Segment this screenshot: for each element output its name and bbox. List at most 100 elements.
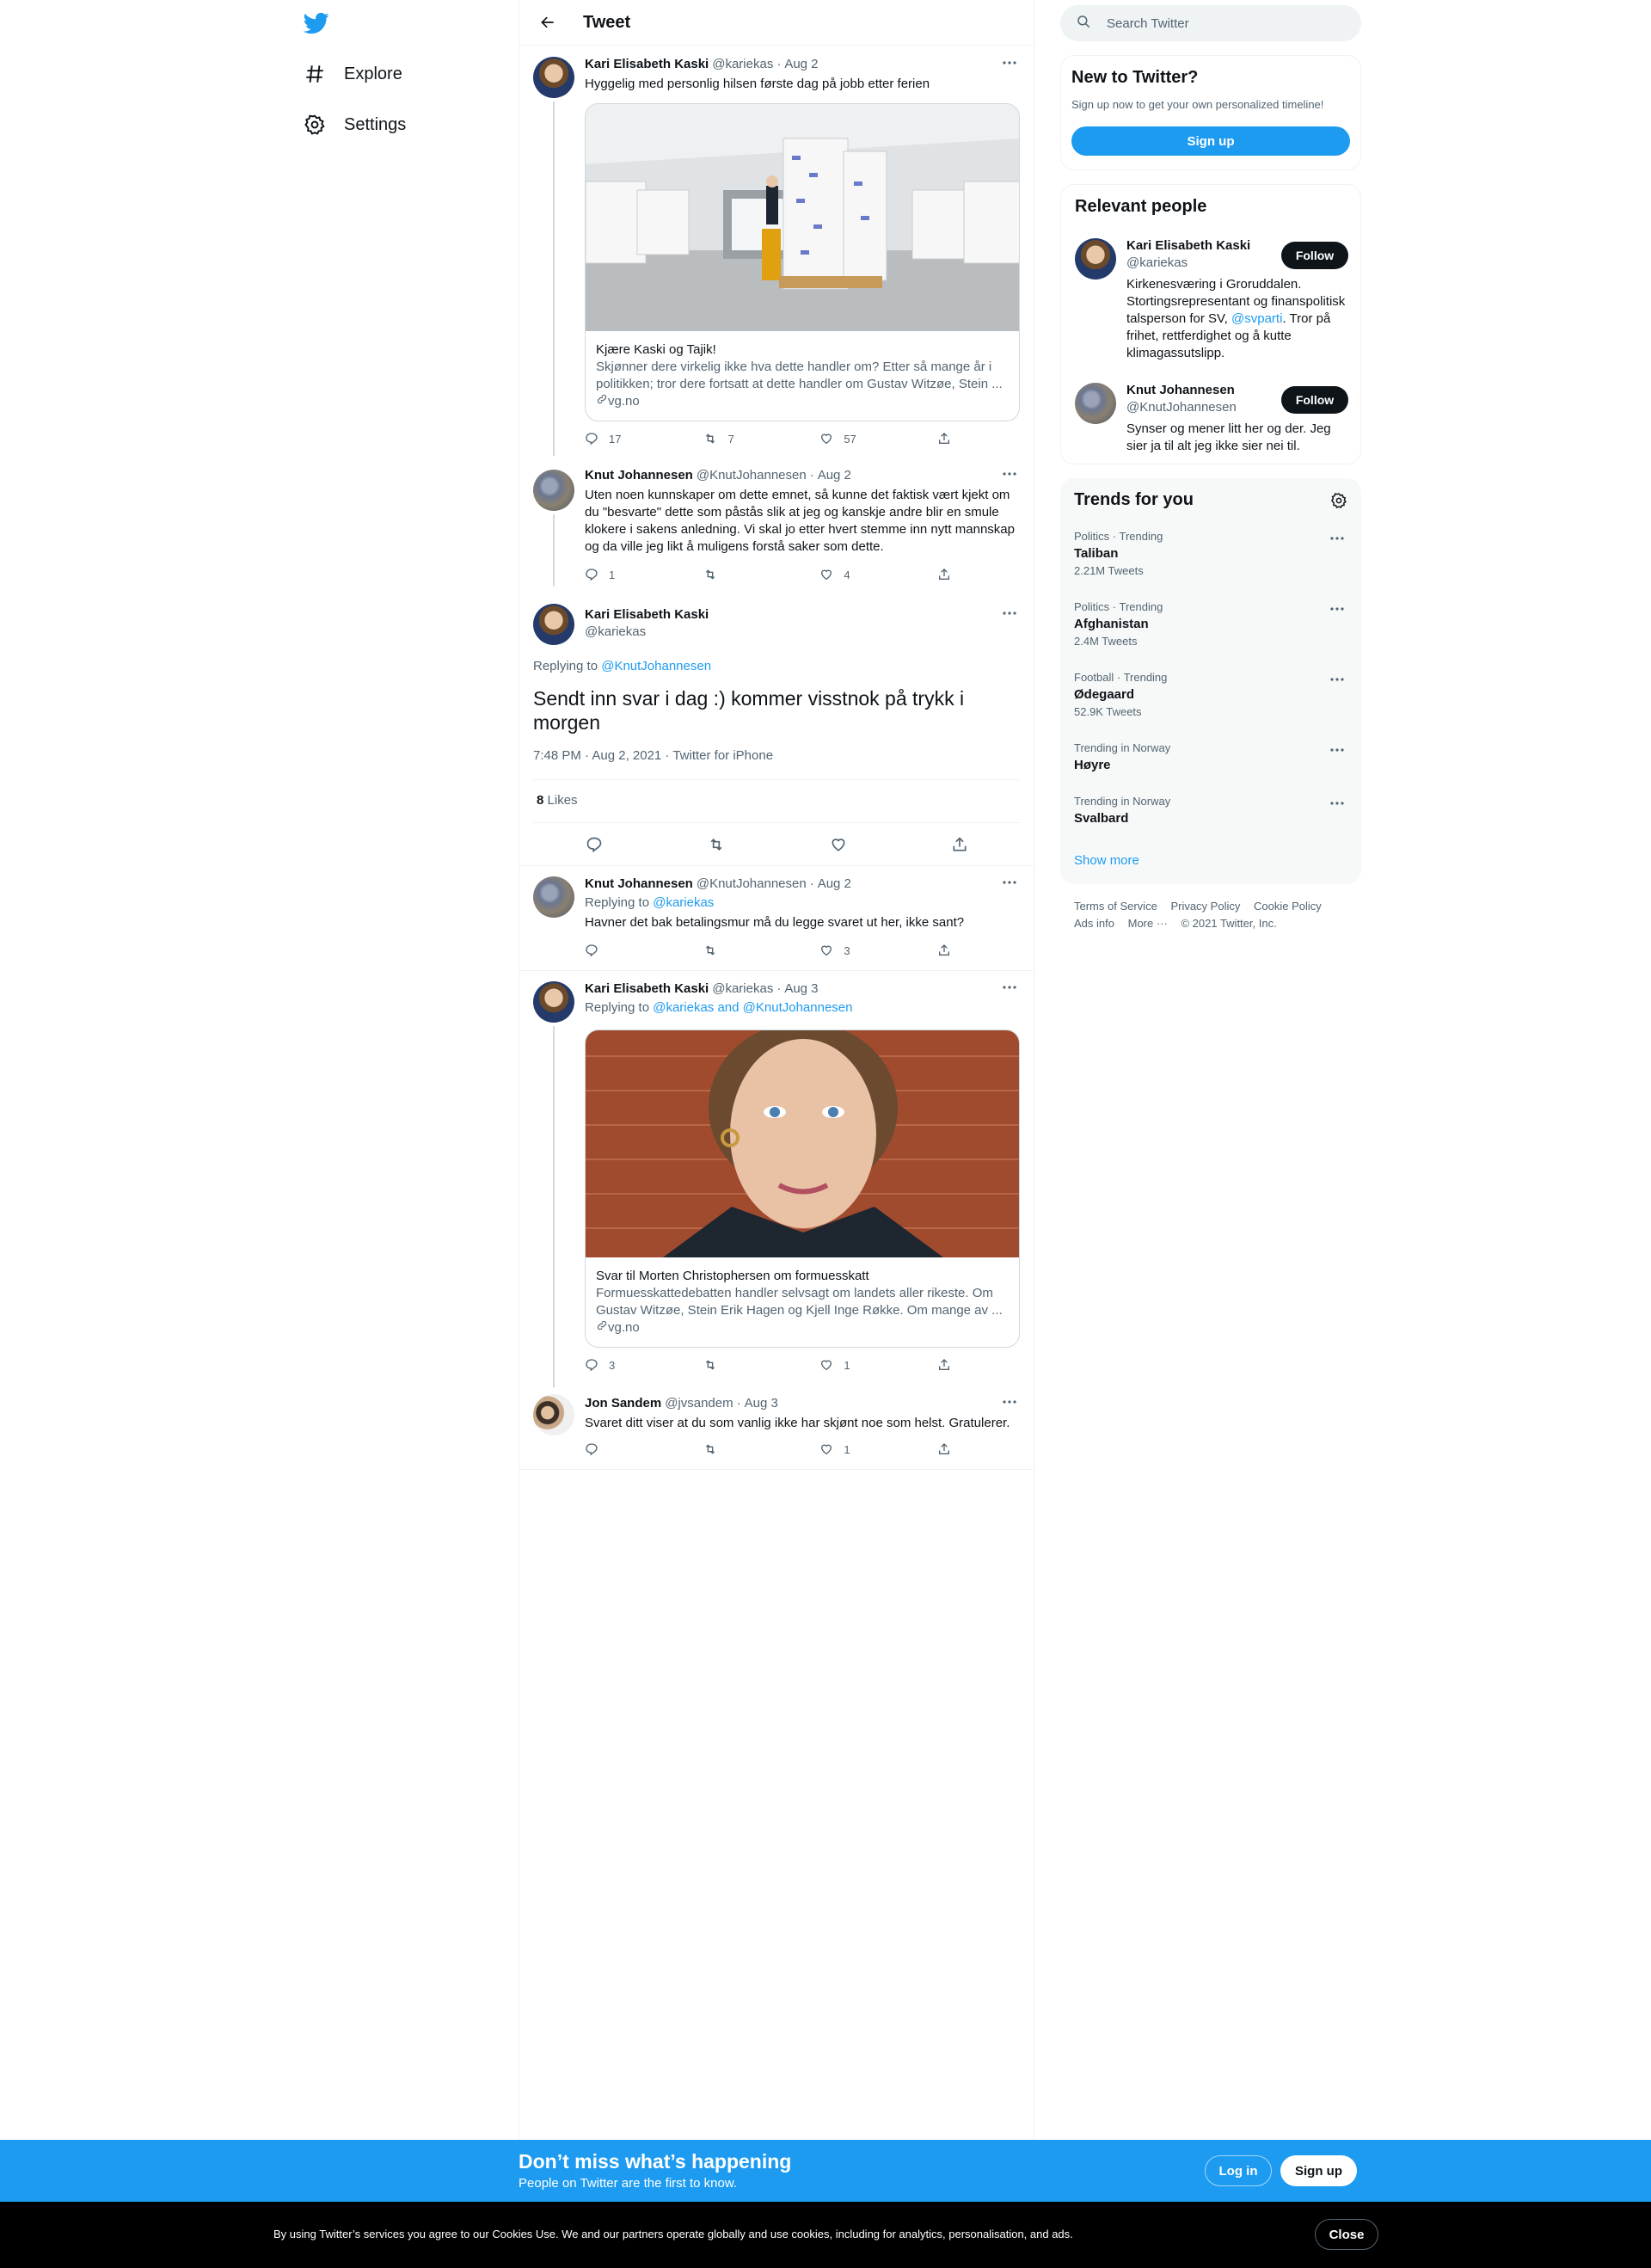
person-item[interactable]: Kari Elisabeth Kaski @kariekas Kirkenesv… — [1075, 238, 1348, 367]
retweet-button[interactable]: 7 — [703, 432, 771, 446]
author-handle[interactable]: @KnutJohannesen — [697, 876, 807, 891]
author-name[interactable]: Knut Johannesen — [585, 876, 693, 891]
more-options-icon[interactable] — [999, 978, 1020, 997]
share-button[interactable] — [937, 568, 954, 581]
more-options-icon[interactable] — [1327, 600, 1347, 618]
trend-item[interactable]: Trending in Norway Høyre — [1074, 741, 1347, 772]
trend-item[interactable]: Politics · Trending Afghanistan 2.4M Twe… — [1074, 600, 1347, 648]
tweet-date[interactable]: Aug 2 — [818, 468, 851, 482]
reply-button[interactable]: 1 — [585, 568, 654, 581]
avatar[interactable] — [533, 981, 574, 1023]
author-name[interactable]: Kari Elisabeth Kaski — [585, 981, 709, 996]
link-card[interactable]: Kjære Kaski og Tajik! Skjønner dere virk… — [585, 103, 1020, 421]
cookie-policy-link[interactable]: Cookie Policy — [1254, 900, 1322, 913]
author-handle[interactable]: @kariekas — [585, 624, 646, 639]
reply-tweet-2[interactable]: Kari Elisabeth Kaski @kariekas · Aug 3 R… — [519, 971, 1034, 1387]
person-name[interactable]: Knut Johannesen — [1126, 383, 1235, 397]
reply-tweet-1[interactable]: Knut Johannesen @KnutJohannesen · Aug 2 … — [519, 866, 1034, 969]
search-input[interactable]: Search Twitter — [1107, 16, 1189, 31]
bio-mention-link[interactable]: @svparti — [1231, 311, 1282, 326]
tweet-date[interactable]: Aug 2 — [818, 876, 851, 891]
more-options-icon[interactable] — [999, 873, 1020, 892]
heart-icon[interactable] — [830, 836, 847, 857]
avatar[interactable] — [1075, 383, 1116, 424]
avatar[interactable] — [1075, 238, 1116, 280]
author-name[interactable]: Jon Sandem — [585, 1396, 661, 1411]
close-button[interactable]: Close — [1315, 2219, 1378, 2250]
share-button[interactable] — [937, 1442, 954, 1456]
login-button[interactable]: Log in — [1205, 2155, 1272, 2186]
person-name[interactable]: Kari Elisabeth Kaski — [1126, 238, 1250, 253]
back-arrow-icon[interactable] — [533, 8, 562, 37]
like-button[interactable]: 3 — [819, 943, 888, 957]
thread-tweet-2[interactable]: Knut Johannesen @KnutJohannesen · Aug 2 … — [519, 456, 1034, 587]
more-options-icon[interactable] — [1327, 741, 1347, 759]
signup-button[interactable]: Sign up — [1280, 2155, 1357, 2186]
reply-tweet-3[interactable]: Jon Sandem @jvsandem · Aug 3 Svaret ditt… — [519, 1384, 1034, 1470]
search-box[interactable]: Search Twitter — [1060, 5, 1361, 41]
terms-link[interactable]: Terms of Service — [1074, 900, 1157, 913]
tweet-date[interactable]: Aug 3 — [745, 1396, 778, 1411]
like-button[interactable]: 1 — [819, 1358, 888, 1372]
replying-to-link[interactable]: @kariekas — [653, 895, 714, 910]
replying-to-link[interactable]: @kariekas and @KnutJohannesen — [653, 1000, 852, 1015]
gear-icon[interactable] — [1330, 492, 1347, 513]
person-handle[interactable]: @kariekas — [1126, 255, 1188, 270]
tweet-date[interactable]: Aug 2 — [784, 57, 818, 71]
avatar[interactable] — [533, 1394, 574, 1435]
tweet-date[interactable]: Aug 3 — [784, 981, 818, 996]
reply-button[interactable] — [585, 1442, 654, 1456]
more-options-icon[interactable] — [999, 53, 1020, 72]
author-handle[interactable]: @jvsandem — [665, 1396, 733, 1411]
more-link[interactable]: More ··· — [1128, 917, 1168, 930]
trend-item[interactable]: Politics · Trending Taliban 2.21M Tweets — [1074, 530, 1347, 577]
nav-settings[interactable]: Settings — [303, 108, 406, 142]
author-handle[interactable]: @kariekas — [712, 57, 773, 71]
more-options-icon[interactable] — [1327, 795, 1347, 812]
follow-button[interactable]: Follow — [1281, 386, 1348, 414]
more-options-icon[interactable] — [999, 604, 1020, 623]
avatar[interactable] — [533, 470, 574, 511]
reply-icon[interactable] — [586, 836, 603, 857]
reply-button[interactable] — [585, 943, 654, 957]
author-name[interactable]: Kari Elisabeth Kaski — [585, 57, 709, 71]
share-button[interactable] — [937, 1358, 954, 1372]
nav-explore[interactable]: Explore — [303, 57, 402, 91]
more-options-icon[interactable] — [1327, 671, 1347, 688]
trend-item[interactable]: Football · Trending Ødegaard 52.9K Tweet… — [1074, 671, 1347, 718]
signup-button[interactable]: Sign up — [1071, 126, 1350, 156]
more-options-icon[interactable] — [999, 1392, 1020, 1411]
follow-button[interactable]: Follow — [1281, 242, 1348, 269]
reply-button[interactable]: 17 — [585, 432, 654, 446]
more-options-icon[interactable] — [1327, 530, 1347, 547]
likes-stat[interactable]: 8 Likes — [537, 793, 578, 808]
ads-info-link[interactable]: Ads info — [1074, 917, 1114, 930]
person-handle[interactable]: @KnutJohannesen — [1126, 400, 1237, 415]
avatar[interactable] — [533, 876, 574, 918]
retweet-icon[interactable] — [707, 836, 726, 857]
thread-tweet-1[interactable]: Kari Elisabeth Kaski @kariekas · Aug 2 H… — [519, 46, 1034, 456]
author-handle[interactable]: @KnutJohannesen — [697, 468, 807, 482]
author-name[interactable]: Knut Johannesen — [585, 468, 693, 482]
retweet-button[interactable] — [703, 1442, 771, 1456]
author-handle[interactable]: @kariekas — [712, 981, 773, 996]
more-options-icon[interactable] — [999, 464, 1020, 483]
show-more-link[interactable]: Show more — [1074, 853, 1139, 868]
reply-button[interactable]: 3 — [585, 1358, 654, 1372]
like-button[interactable]: 57 — [819, 432, 888, 446]
retweet-button[interactable] — [703, 943, 771, 957]
share-button[interactable] — [937, 432, 954, 446]
twitter-logo-icon[interactable] — [303, 10, 330, 36]
like-button[interactable]: 1 — [819, 1442, 888, 1456]
retweet-button[interactable] — [703, 568, 771, 581]
avatar[interactable] — [533, 604, 574, 645]
replying-to-link[interactable]: @KnutJohannesen — [601, 659, 711, 673]
like-button[interactable]: 4 — [819, 568, 888, 581]
tweet-timestamp[interactable]: 7:48 PM · Aug 2, 2021 · Twitter for iPho… — [533, 748, 773, 763]
privacy-link[interactable]: Privacy Policy — [1170, 900, 1240, 913]
share-button[interactable] — [937, 943, 954, 957]
share-icon[interactable] — [951, 836, 968, 857]
retweet-button[interactable] — [703, 1358, 771, 1372]
link-card[interactable]: Svar til Morten Christophersen om formue… — [585, 1030, 1020, 1348]
avatar[interactable] — [533, 57, 574, 98]
